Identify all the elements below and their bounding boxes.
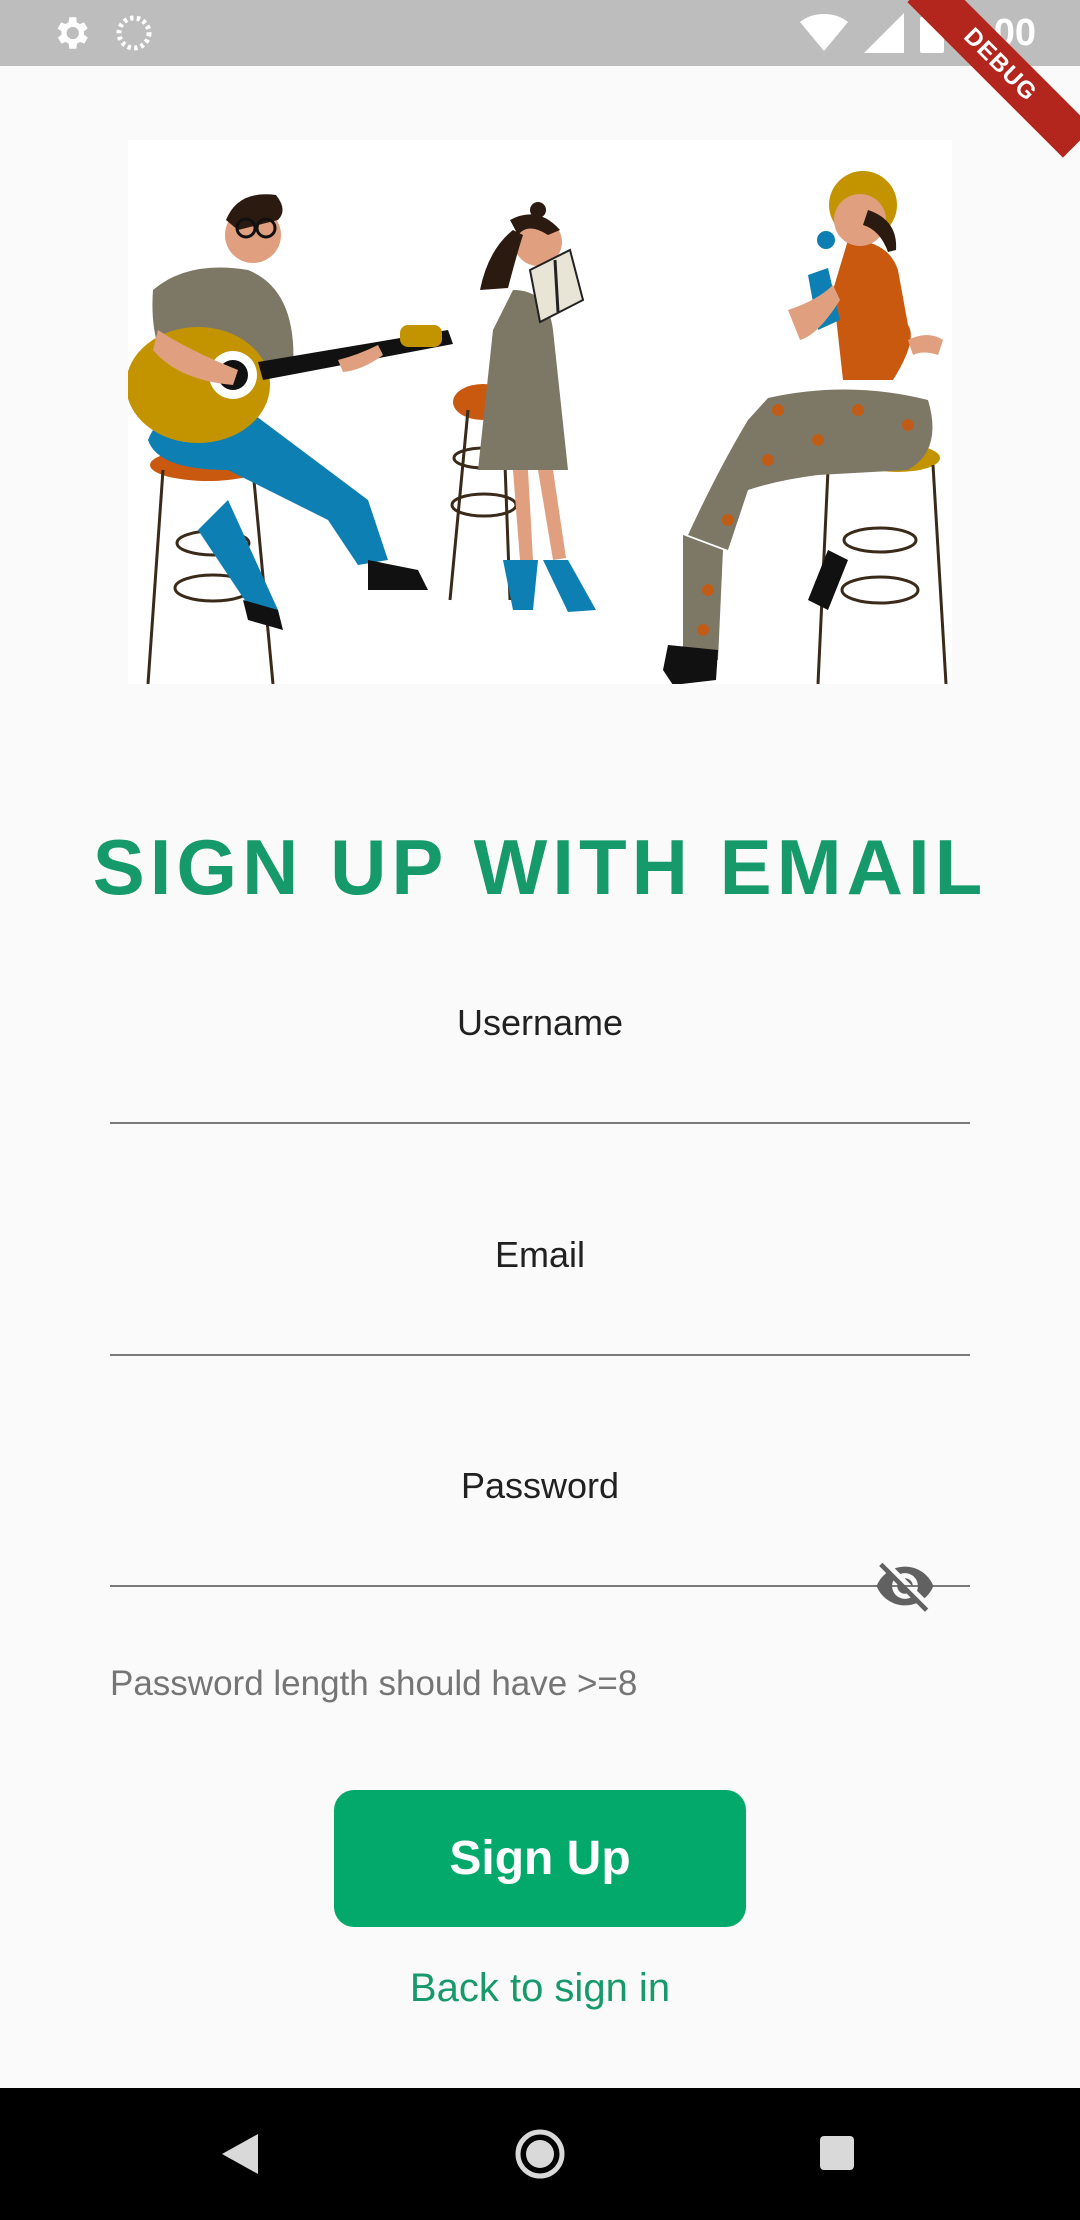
username-field: Username <box>110 1002 970 1124</box>
navigation-bar <box>0 2088 1080 2220</box>
signal-icon <box>863 13 904 53</box>
password-label: Password <box>460 1465 620 1506</box>
page-title: SIGN UP WITH EMAIL <box>92 823 988 911</box>
username-label: Username <box>456 1002 624 1043</box>
guitarist-figure <box>128 194 453 684</box>
gear-icon <box>57 17 88 49</box>
loading-icon <box>116 15 152 51</box>
back-to-sign-in-link[interactable]: Back to sign in <box>0 1966 1080 2011</box>
reader-figure <box>448 202 596 612</box>
singer-figure <box>663 171 948 684</box>
sign-up-button[interactable]: Sign Up <box>334 1790 746 1927</box>
email-input[interactable] <box>110 1276 970 1356</box>
email-label: Email <box>494 1234 586 1275</box>
eye-off-icon[interactable] <box>874 1555 936 1617</box>
username-input[interactable] <box>110 1044 970 1124</box>
home-nav-icon[interactable] <box>514 2128 566 2180</box>
password-field: Password <box>110 1465 970 1612</box>
recents-nav-icon[interactable] <box>820 2136 854 2170</box>
back-nav-icon[interactable] <box>222 2134 258 2174</box>
email-field: Email <box>110 1234 970 1356</box>
password-input[interactable] <box>110 1507 970 1587</box>
wifi-icon <box>799 14 848 51</box>
status-left-icons <box>50 12 154 54</box>
hero-illustration <box>128 140 952 684</box>
password-helper-text: Password length should have >=8 <box>110 1664 638 1703</box>
